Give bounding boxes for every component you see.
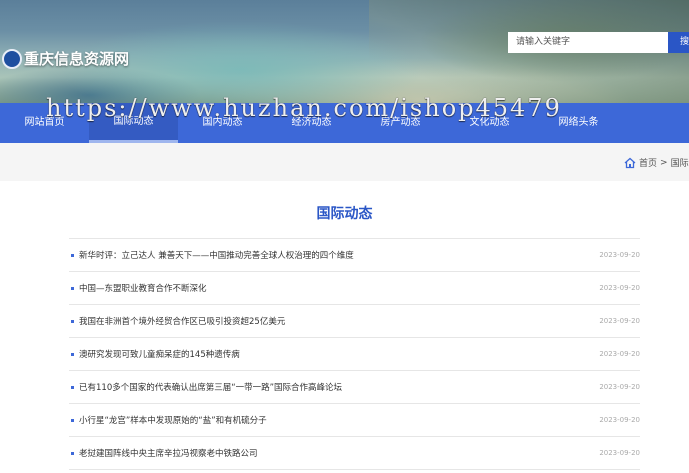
bullet-icon — [71, 418, 74, 422]
breadcrumb-bar: 首页 > 国际动态 — [0, 143, 689, 181]
list-item[interactable]: 中国—东盟职业教育合作不断深化 2023-09-20 — [69, 272, 640, 305]
list-item[interactable]: 澳研究发现可致儿童痴呆症的145种遗传病 2023-09-20 — [69, 338, 640, 371]
article-title[interactable]: 我国在非洲首个境外经贸合作区已吸引投资超25亿美元 — [79, 315, 285, 327]
article-date: 2023-09-20 — [599, 284, 640, 292]
article-date: 2023-09-20 — [599, 251, 640, 259]
breadcrumb-current[interactable]: 国际动态 — [671, 156, 689, 169]
site-name: 重庆信息资源网 — [24, 50, 130, 68]
nav-item-realestate[interactable]: 房产动态 — [356, 103, 445, 143]
nav-item-home[interactable]: 网站首页 — [0, 103, 89, 143]
article-date: 2023-09-20 — [599, 449, 640, 457]
site-logo[interactable]: 重庆信息资源网 — [2, 48, 129, 69]
nav-item-economy[interactable]: 经济动态 — [267, 103, 356, 143]
article-title[interactable]: 澳研究发现可致儿童痴呆症的145种遗传病 — [79, 348, 240, 360]
list-item[interactable]: 老挝建国阵线中央主席辛拉冯视察老中铁路公司 2023-09-20 — [69, 437, 640, 470]
article-title[interactable]: 小行星“龙宫”样本中发现原始的“盐”和有机硫分子 — [79, 414, 267, 426]
home-icon — [624, 157, 636, 168]
nav-item-domestic[interactable]: 国内动态 — [178, 103, 267, 143]
nav-item-culture[interactable]: 文化动态 — [445, 103, 534, 143]
article-title[interactable]: 已有110多个国家的代表确认出席第三届“一带一路”国际合作高峰论坛 — [79, 381, 342, 393]
breadcrumb: 首页 > 国际动态 — [624, 156, 689, 169]
breadcrumb-home[interactable]: 首页 — [639, 156, 657, 169]
article-title[interactable]: 中国—东盟职业教育合作不断深化 — [79, 282, 207, 294]
bullet-icon — [71, 352, 74, 356]
article-date: 2023-09-20 — [599, 416, 640, 424]
breadcrumb-separator: > — [660, 157, 668, 168]
nav-item-headlines[interactable]: 网络头条 — [534, 103, 623, 143]
nav-item-international[interactable]: 国际动态 — [89, 103, 178, 143]
main-nav: 网站首页 国际动态 国内动态 经济动态 房产动态 文化动态 网络头条 — [0, 103, 689, 143]
bullet-icon — [71, 319, 74, 323]
article-date: 2023-09-20 — [599, 383, 640, 391]
list-item[interactable]: 小行星“龙宫”样本中发现原始的“盐”和有机硫分子 2023-09-20 — [69, 404, 640, 437]
search-button[interactable]: 搜 — [668, 32, 689, 53]
bullet-icon — [71, 451, 74, 455]
article-date: 2023-09-20 — [599, 317, 640, 325]
article-title[interactable]: 新华时评：立己达人 兼善天下——中国推动完善全球人权治理的四个维度 — [79, 249, 354, 261]
header-banner: 重庆信息资源网 请输入关键字 搜 — [0, 0, 689, 103]
article-title[interactable]: 老挝建国阵线中央主席辛拉冯视察老中铁路公司 — [79, 447, 258, 459]
list-item[interactable]: 我国在非洲首个境外经贸合作区已吸引投资超25亿美元 2023-09-20 — [69, 305, 640, 338]
search-input[interactable]: 请输入关键字 — [508, 32, 668, 53]
bullet-icon — [71, 286, 74, 290]
article-list: 新华时评：立己达人 兼善天下——中国推动完善全球人权治理的四个维度 2023-0… — [69, 238, 640, 470]
page-title: 国际动态 — [316, 206, 373, 222]
list-item[interactable]: 已有110多个国家的代表确认出席第三届“一带一路”国际合作高峰论坛 2023-0… — [69, 371, 640, 404]
bullet-icon — [71, 385, 74, 389]
bullet-icon — [71, 253, 74, 257]
article-date: 2023-09-20 — [599, 350, 640, 358]
list-item[interactable]: 新华时评：立己达人 兼善天下——中国推动完善全球人权治理的四个维度 2023-0… — [69, 239, 640, 272]
logo-icon — [2, 48, 22, 69]
